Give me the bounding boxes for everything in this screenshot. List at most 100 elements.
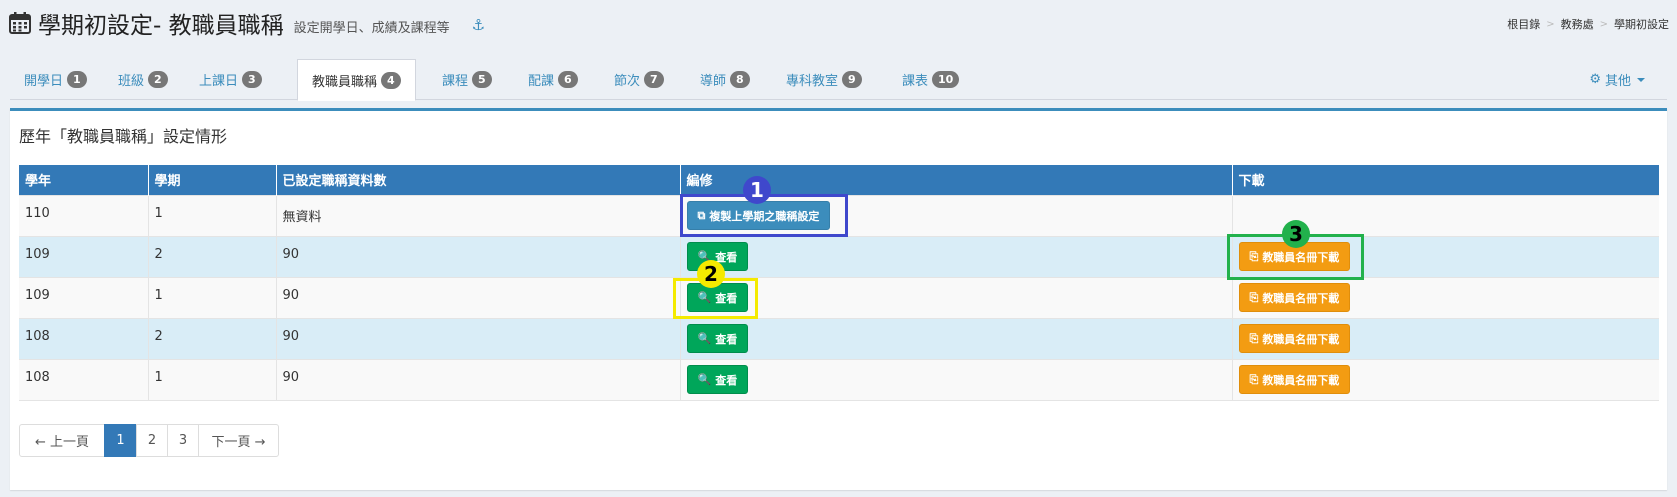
callout-marker-2: 2	[697, 260, 725, 288]
tab-timetable[interactable]: 課表 10	[902, 59, 960, 100]
copy-icon: ⧉	[697, 208, 706, 222]
view-button[interactable]: 🔍 查看	[686, 365, 749, 394]
tab-badge: 7	[644, 71, 664, 88]
column-header: 已設定職稱資料數	[276, 165, 681, 195]
column-header: 下載	[1232, 165, 1659, 195]
prev-page-button[interactable]: ← 上一頁	[19, 424, 105, 457]
file-download-icon: ⎘	[1249, 249, 1259, 263]
page-button[interactable]: 1	[104, 424, 137, 457]
cell-semester: 1	[148, 358, 277, 401]
search-icon: 🔍	[697, 373, 712, 386]
breadcrumb-separator-icon: >	[1546, 18, 1555, 30]
main-panel: 歷年「教職員職稱」設定情形 學年 學期 已設定職稱資料數 編修 下載 110 1…	[10, 108, 1667, 490]
breadcrumb-academic-affairs[interactable]: 教務處	[1561, 16, 1594, 32]
breadcrumb-root[interactable]: 根目錄	[1507, 16, 1540, 32]
column-header: 學年	[19, 165, 149, 195]
button-label: 教職員名冊下載	[1262, 291, 1340, 305]
cell-download: ⎘ 教職員名冊下載	[1232, 358, 1659, 401]
download-staff-roster-button[interactable]: ⎘ 教職員名冊下載	[1238, 283, 1351, 312]
callout-marker-3: 3	[1282, 220, 1310, 248]
column-header: 學期	[148, 165, 277, 195]
view-button[interactable]: 🔍 查看	[686, 324, 749, 353]
tab-badge: 8	[730, 71, 750, 88]
cell-edit: 🔍 查看	[680, 358, 1233, 401]
tab-staff-titles[interactable]: 教職員職稱 4	[297, 59, 416, 101]
cell-year: 109	[19, 235, 149, 277]
tab-badge: 6	[558, 71, 578, 88]
tab-badge: 3	[242, 71, 262, 88]
page-button[interactable]: 3	[167, 424, 199, 457]
gear-icon: ⚙	[1589, 72, 1601, 87]
tab-class-days[interactable]: 上課日 3	[199, 59, 262, 100]
cell-count: 90	[276, 358, 681, 401]
tab-label: 課表	[902, 74, 929, 89]
calendar-icon	[9, 12, 31, 34]
button-label: 複製上學期之職稱設定	[709, 209, 820, 223]
table-row: 108 1 90 🔍 查看 ⎘ 教職員名冊下載	[19, 358, 1659, 401]
tab-periods[interactable]: 節次 7	[614, 59, 664, 100]
table-row: 109 1 90 🔍 查看 ⎘ 教職員名冊下載	[19, 276, 1659, 318]
panel-title: 歷年「教職員職稱」設定情形	[19, 127, 228, 146]
download-staff-roster-button[interactable]: ⎘ 教職員名冊下載	[1238, 324, 1351, 353]
tab-badge: 10	[932, 71, 960, 88]
cell-edit: 🔍 查看	[680, 235, 1233, 277]
button-label: 查看	[715, 332, 738, 346]
cell-edit: 🔍 查看	[680, 317, 1233, 359]
tab-label: 節次	[614, 74, 641, 89]
tab-special-classrooms[interactable]: 專科教室 9	[786, 59, 862, 100]
file-download-icon: ⎘	[1249, 331, 1259, 345]
tab-badge: 5	[472, 71, 492, 88]
cell-count: 90	[276, 317, 681, 359]
table-row: 110 1 無資料 ⧉ 複製上學期之職稱設定	[19, 194, 1659, 236]
tab-start-date[interactable]: 開學日 1	[24, 59, 87, 100]
cell-year: 109	[19, 276, 149, 318]
page-title: 學期初設定- 教職員職稱	[38, 13, 284, 39]
tab-courses[interactable]: 課程 5	[442, 59, 492, 100]
page-button[interactable]: 2	[136, 424, 168, 457]
pagination: ← 上一頁 1 2 3 下一頁 →	[19, 424, 279, 457]
tab-label: 班級	[118, 74, 145, 89]
search-icon: 🔍	[697, 332, 712, 345]
cell-download: ⎘ 教職員名冊下載	[1232, 317, 1659, 359]
tab-label: 上課日	[199, 74, 239, 89]
cell-download: ⎘ 教職員名冊下載	[1232, 276, 1659, 318]
cell-year: 108	[19, 317, 149, 359]
breadcrumb-current: 學期初設定	[1614, 18, 1669, 31]
page-subtitle: 設定開學日、成績及課程等	[293, 20, 450, 36]
tab-label: 教職員職稱	[312, 74, 378, 90]
caret-down-icon	[1637, 77, 1645, 82]
tab-classes[interactable]: 班級 2	[118, 59, 168, 100]
breadcrumb: 根目錄 > 教務處 > 學期初設定	[1507, 16, 1669, 32]
cell-semester: 1	[148, 194, 277, 236]
tab-label: 導師	[700, 74, 727, 89]
staff-title-table: 學年 學期 已設定職稱資料數 編修 下載 110 1 無資料 ⧉ 複製上學期之職…	[19, 165, 1659, 401]
cell-year: 110	[19, 194, 149, 236]
button-label: 教職員名冊下載	[1262, 373, 1340, 387]
cell-count: 無資料	[276, 194, 681, 236]
tab-label: 配課	[528, 74, 555, 89]
button-label: 查看	[715, 291, 738, 305]
cell-year: 108	[19, 358, 149, 401]
other-dropdown[interactable]: ⚙ 其他	[1589, 59, 1645, 100]
breadcrumb-separator-icon: >	[1599, 18, 1608, 30]
tab-badge: 9	[842, 71, 862, 88]
view-button[interactable]: 🔍 查看	[686, 283, 749, 312]
tab-homeroom-teachers[interactable]: 導師 8	[700, 59, 750, 100]
cell-semester: 1	[148, 276, 277, 318]
cell-semester: 2	[148, 235, 277, 277]
tab-label: 課程	[442, 74, 469, 89]
table-row: 108 2 90 🔍 查看 ⎘ 教職員名冊下載	[19, 317, 1659, 359]
button-label: 教職員名冊下載	[1262, 250, 1340, 264]
other-label: 其他	[1604, 74, 1631, 89]
cell-count: 90	[276, 235, 681, 277]
file-download-icon: ⎘	[1249, 290, 1259, 304]
next-page-button[interactable]: 下一頁 →	[198, 424, 279, 457]
download-staff-roster-button[interactable]: ⎘ 教職員名冊下載	[1238, 365, 1351, 394]
tab-course-assignment[interactable]: 配課 6	[528, 59, 578, 100]
cell-semester: 2	[148, 317, 277, 359]
table-header-row: 學年 學期 已設定職稱資料數 編修 下載	[19, 165, 1659, 195]
anchor-icon[interactable]: ⚓	[472, 16, 485, 34]
copy-previous-semester-button[interactable]: ⧉ 複製上學期之職稱設定	[686, 201, 831, 230]
tab-bar: 開學日 1 班級 2 上課日 3 教職員職稱 4 課程 5 配課 6 節次 7 導師 8 專科教…	[10, 59, 1667, 101]
table-row: 109 2 90 🔍 查看 ⎘ 教職員名冊下載	[19, 235, 1659, 277]
